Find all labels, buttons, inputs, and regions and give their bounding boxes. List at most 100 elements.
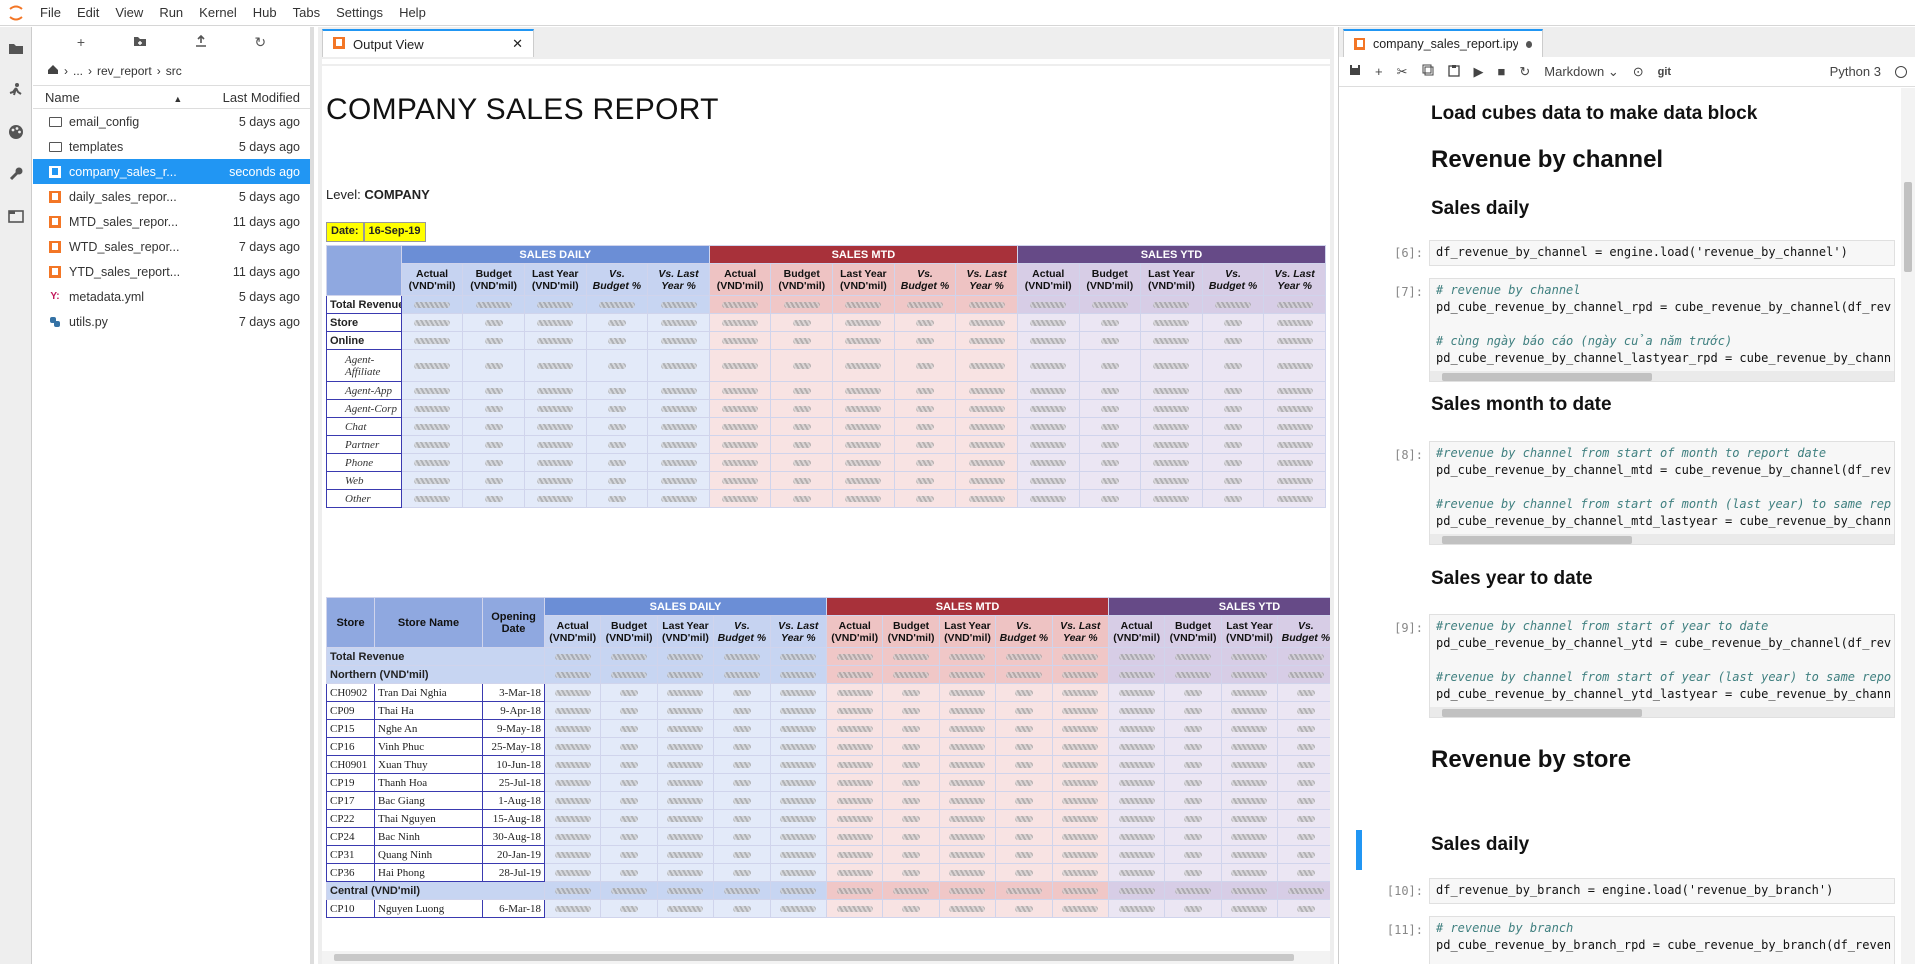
- data-cell: [1140, 435, 1203, 454]
- menu-view[interactable]: View: [107, 0, 151, 26]
- menu-kernel[interactable]: Kernel: [191, 0, 245, 26]
- store-name: Bac Ninh: [374, 827, 483, 846]
- report-level: Level: COMPANY: [326, 187, 430, 202]
- data-cell: [1263, 417, 1326, 436]
- upload-icon[interactable]: [195, 34, 207, 50]
- menu-edit[interactable]: Edit: [69, 0, 107, 26]
- home-icon[interactable]: [47, 64, 59, 78]
- restart-icon[interactable]: ↻: [1519, 64, 1530, 80]
- notebook-vscrollbar[interactable]: [1901, 88, 1915, 964]
- data-cell: [713, 845, 771, 864]
- modified-column-header[interactable]: Last Modified: [190, 90, 310, 105]
- breadcrumb-src[interactable]: src: [166, 64, 182, 78]
- scroll-thumb[interactable]: [334, 954, 1294, 961]
- code-cell[interactable]: #revenue by channel from start of month …: [1429, 441, 1895, 545]
- data-cell: [523, 417, 587, 436]
- output-hscrollbar[interactable]: [322, 951, 1330, 964]
- copy-icon[interactable]: [1422, 64, 1434, 79]
- refresh-icon[interactable]: ↻: [254, 34, 266, 51]
- kernel-name[interactable]: Python 3: [1830, 64, 1881, 79]
- menu-tabs[interactable]: Tabs: [285, 0, 328, 26]
- table-row: Online: [326, 331, 1326, 350]
- data-cell: [1201, 417, 1265, 436]
- menu-run[interactable]: Run: [151, 0, 191, 26]
- store-name: Thai Nguyen: [374, 809, 483, 828]
- data-cell: [600, 809, 658, 828]
- menu-help[interactable]: Help: [391, 0, 434, 26]
- run-icon[interactable]: ▶: [1474, 64, 1484, 80]
- data-cell: [600, 719, 658, 738]
- file-row[interactable]: utils.py 7 days ago: [33, 309, 310, 334]
- cell-hscrollbar[interactable]: [1430, 371, 1894, 381]
- data-cell: [543, 719, 602, 738]
- data-cell: [1107, 737, 1166, 756]
- data-cell: [708, 489, 772, 508]
- cut-icon[interactable]: ✂: [1397, 64, 1408, 80]
- wrench-icon[interactable]: [0, 153, 32, 195]
- store-name-header: Store Name: [374, 597, 483, 648]
- data-cell: [995, 773, 1053, 792]
- data-cell: [938, 881, 997, 900]
- cell-hscrollbar[interactable]: [1430, 707, 1894, 717]
- data-cell: [769, 899, 828, 918]
- code-cell[interactable]: # revenue by branch pd_cube_revenue_by_b…: [1429, 916, 1895, 964]
- breadcrumb-ellipsis[interactable]: ...: [73, 64, 83, 78]
- new-launcher-icon[interactable]: +: [77, 34, 85, 50]
- code-cell[interactable]: #revenue by channel from start of year t…: [1429, 614, 1895, 718]
- paste-icon[interactable]: [1447, 64, 1460, 80]
- store-code: CP31: [326, 845, 375, 864]
- tabs-icon[interactable]: [0, 195, 32, 237]
- menu-hub[interactable]: Hub: [245, 0, 285, 26]
- new-folder-icon[interactable]: [133, 34, 147, 50]
- table-row: Chat: [326, 417, 1326, 436]
- data-cell: [1164, 863, 1222, 882]
- name-column-header[interactable]: Name ▲: [33, 90, 190, 105]
- file-modified: 5 days ago: [238, 289, 300, 304]
- save-icon[interactable]: [1349, 64, 1361, 79]
- stop-icon[interactable]: ■: [1498, 64, 1506, 79]
- data-cell: [955, 471, 1018, 490]
- data-cell: [1140, 381, 1203, 400]
- data-cell: [1140, 489, 1203, 508]
- add-cell-icon[interactable]: +: [1375, 64, 1383, 79]
- data-cell: [585, 331, 649, 350]
- code-cell[interactable]: # revenue by channel pd_cube_revenue_by_…: [1429, 278, 1895, 382]
- code-line: pd_cube_revenue_by_branch_rpd = cube_rev…: [1436, 938, 1892, 952]
- tab-output-view[interactable]: Output View ✕: [322, 29, 534, 57]
- file-row[interactable]: templates 5 days ago: [33, 134, 310, 159]
- data-cell: [893, 453, 957, 472]
- data-cell: [893, 435, 957, 454]
- breadcrumb-rev-report[interactable]: rev_report: [97, 64, 152, 78]
- data-cell: [1016, 489, 1080, 508]
- data-cell: [938, 701, 997, 720]
- data-cell: [1107, 845, 1166, 864]
- cell-hscrollbar[interactable]: [1430, 534, 1894, 544]
- file-row[interactable]: company_sales_r... seconds ago: [33, 159, 310, 184]
- menu-file[interactable]: File: [32, 0, 69, 26]
- folder-icon[interactable]: [0, 27, 32, 69]
- data-cell: [882, 755, 940, 774]
- tab-notebook[interactable]: company_sales_report.ipynb: [1343, 29, 1543, 57]
- running-icon[interactable]: [0, 69, 32, 111]
- sort-arrow-icon: ▲: [173, 93, 183, 104]
- file-row[interactable]: MTD_sales_repor... 11 days ago: [33, 209, 310, 234]
- cell-type-select[interactable]: Markdown ⌄: [1544, 64, 1618, 80]
- data-cell: [713, 701, 771, 720]
- cell-prompt: [8]:: [1394, 448, 1423, 462]
- modified-dot-icon[interactable]: [1525, 40, 1532, 48]
- table-row: Total Revenue: [326, 295, 1326, 314]
- file-row[interactable]: Y: metadata.yml 5 days ago: [33, 284, 310, 309]
- data-cell: [826, 683, 884, 702]
- close-icon[interactable]: ✕: [512, 36, 523, 52]
- code-cell[interactable]: df_revenue_by_channel = engine.load('rev…: [1429, 240, 1895, 266]
- menu-settings[interactable]: Settings: [328, 0, 391, 26]
- code-cell[interactable]: df_revenue_by_branch = engine.load('reve…: [1429, 878, 1895, 904]
- git-button[interactable]: git: [1658, 66, 1671, 78]
- file-row[interactable]: YTD_sales_report... 11 days ago: [33, 259, 310, 284]
- palette-icon[interactable]: [0, 111, 32, 153]
- data-cell: [769, 683, 828, 702]
- clock-icon[interactable]: ⊙: [1633, 64, 1644, 80]
- file-row[interactable]: WTD_sales_repor... 7 days ago: [33, 234, 310, 259]
- file-row[interactable]: daily_sales_repor... 5 days ago: [33, 184, 310, 209]
- file-row[interactable]: email_config 5 days ago: [33, 109, 310, 134]
